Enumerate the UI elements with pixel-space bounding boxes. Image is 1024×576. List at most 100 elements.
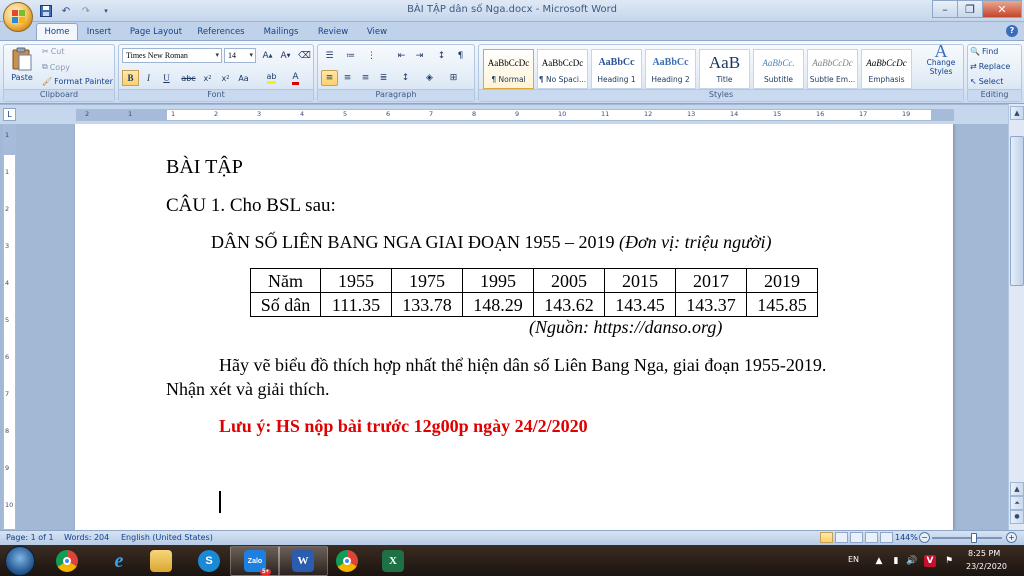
taskbar-file-explorer[interactable] [136, 546, 186, 576]
tab-review[interactable]: Review [312, 23, 354, 40]
superscript-icon[interactable]: x2 [217, 70, 234, 86]
draft-view-icon[interactable] [880, 532, 893, 543]
office-button[interactable] [3, 2, 33, 32]
style-title[interactable]: AaB Title [699, 49, 750, 89]
zoom-out-icon[interactable]: − [919, 532, 930, 543]
style-subtitle[interactable]: AaBbCc. Subtitle [753, 49, 804, 89]
word-count[interactable]: Words: 204 [64, 533, 109, 542]
action-center-icon[interactable]: ⚑ [943, 555, 955, 567]
tab-page-layout[interactable]: Page Layout [124, 23, 188, 40]
cut-button[interactable]: ✂ Cut [42, 47, 65, 56]
document-page[interactable]: BÀI TẬP CÂU 1. Cho BSL sau: DÂN SỐ LIÊN … [75, 124, 953, 530]
style-emphasis[interactable]: AaBbCcDc Emphasis [861, 49, 912, 89]
copy-button[interactable]: ⧉ Copy [42, 62, 70, 72]
style-no-spacing[interactable]: AaBbCcDc ¶ No Spaci... [537, 49, 588, 89]
vertical-scrollbar[interactable]: ▲ ▲ ⏶ ● [1008, 104, 1024, 530]
align-center-icon[interactable]: ≡ [339, 70, 356, 86]
increase-indent-icon[interactable]: ⇥ [411, 48, 428, 64]
browse-object-icon[interactable]: ● [1010, 510, 1024, 524]
language-indicator[interactable]: English (United States) [121, 533, 213, 542]
shading-icon[interactable]: ◈ [421, 70, 438, 86]
tab-mailings[interactable]: Mailings [256, 23, 306, 40]
input-language[interactable]: EN [848, 555, 859, 564]
subscript-icon[interactable]: x2 [199, 70, 216, 86]
taskbar-zalo[interactable]: Zalo 5+ [230, 546, 280, 576]
taskbar-excel[interactable]: X [368, 546, 418, 576]
font-size-combo[interactable]: 14 ▾ [224, 48, 256, 63]
zoom-in-icon[interactable]: + [1006, 532, 1017, 543]
unikey-icon[interactable]: V [924, 555, 936, 567]
restore-button[interactable]: ❐ [957, 0, 983, 18]
strikethrough-icon[interactable]: abc [180, 70, 197, 86]
multilevel-list-icon[interactable]: ⋮ [363, 48, 380, 64]
page-count[interactable]: Page: 1 of 1 [6, 533, 54, 542]
select-button[interactable]: ↖ Select [970, 77, 1003, 86]
font-name-combo[interactable]: Times New Roman ▾ [122, 48, 222, 63]
cut-label: Cut [50, 47, 65, 56]
align-right-icon[interactable]: ≡ [357, 70, 374, 86]
volume-icon[interactable]: 🔊 [906, 555, 918, 567]
format-painter-label: Format Painter [54, 77, 113, 86]
print-layout-view-icon[interactable] [820, 532, 833, 543]
outline-view-icon[interactable] [865, 532, 878, 543]
show-formatting-icon[interactable]: ¶ [452, 48, 469, 64]
find-button[interactable]: 🔍 Find [970, 47, 998, 56]
tab-home[interactable]: Home [36, 23, 78, 40]
scroll-up-icon[interactable]: ▲ [1010, 106, 1024, 120]
zoom-level[interactable]: 144% [895, 533, 918, 542]
line-spacing-icon[interactable]: ↕ [397, 70, 414, 86]
taskbar-skype[interactable]: S [184, 546, 234, 576]
scroll-thumb[interactable] [1010, 136, 1024, 286]
taskbar-chrome-2[interactable] [322, 546, 372, 576]
format-painter-button[interactable]: 🖌 Format Painter [42, 77, 113, 86]
bullets-icon[interactable]: ☰ [321, 48, 338, 64]
underline-icon[interactable]: U [158, 70, 175, 86]
tab-view[interactable]: View [360, 23, 394, 40]
tab-references[interactable]: References [192, 23, 250, 40]
horizontal-ruler[interactable]: 2 1 1 2 3 4 5 6 7 8 9 10 11 12 13 14 15 16 17 19 [76, 109, 954, 121]
web-layout-icon[interactable] [850, 532, 863, 543]
minimize-button[interactable]: – [932, 0, 958, 18]
close-button[interactable]: ✕ [982, 0, 1022, 18]
taskbar-chrome[interactable] [42, 546, 92, 576]
sort-icon[interactable]: ↕ [433, 48, 450, 64]
replace-button[interactable]: ⇄ Replace [970, 62, 1010, 71]
start-button[interactable] [5, 546, 35, 576]
title-bar: ↶ ↷ ▾ BÀI TẬP dân số Nga.docx - Microsof… [0, 0, 1024, 32]
font-color-icon[interactable]: A [287, 70, 304, 86]
chevron-down-icon[interactable]: ▾ [215, 49, 219, 62]
clock-date[interactable]: 23/2/2020 [966, 562, 1007, 571]
style-subtle-emphasis[interactable]: AaBbCcDc Subtle Em... [807, 49, 858, 89]
clear-formatting-icon[interactable]: ⌫ [296, 48, 313, 64]
italic-icon[interactable]: I [140, 70, 157, 86]
grow-font-icon[interactable]: A ▲ [259, 48, 276, 64]
style-normal[interactable]: AaBbCcDc ¶ Normal [483, 49, 534, 89]
numbering-icon[interactable]: ≔ [342, 48, 359, 64]
tab-insert[interactable]: Insert [80, 23, 118, 40]
zoom-slider-thumb[interactable] [971, 533, 977, 543]
paste-button[interactable]: Paste [8, 47, 36, 82]
highlight-icon[interactable]: ab [263, 70, 280, 86]
tab-selector[interactable]: L [3, 108, 16, 121]
clock-time[interactable]: 8:25 PM [968, 549, 1000, 558]
change-styles-button[interactable]: A Change Styles [921, 42, 961, 76]
taskbar-word[interactable]: W [278, 546, 328, 576]
zoom-slider[interactable] [932, 533, 1002, 543]
align-left-icon[interactable]: ≡ [321, 70, 338, 86]
previous-page-icon[interactable]: ⏶ [1010, 496, 1024, 510]
style-heading-1[interactable]: AaBbCc Heading 1 [591, 49, 642, 89]
shrink-font-icon[interactable]: A ▼ [277, 48, 294, 64]
justify-icon[interactable]: ≣ [375, 70, 392, 86]
document-area[interactable]: BÀI TẬP CÂU 1. Cho BSL sau: DÂN SỐ LIÊN … [18, 124, 1008, 530]
style-heading-2[interactable]: AaBbCc Heading 2 [645, 49, 696, 89]
show-hidden-icons-icon[interactable]: ▲ [873, 555, 885, 567]
decrease-indent-icon[interactable]: ⇤ [393, 48, 410, 64]
chevron-down-icon[interactable]: ▾ [249, 49, 253, 62]
change-case-icon[interactable]: Aa [235, 70, 252, 86]
help-icon[interactable]: ? [1006, 25, 1018, 37]
scroll-down-icon[interactable]: ▲ [1010, 482, 1024, 496]
network-icon[interactable]: ▮ [890, 555, 902, 567]
bold-icon[interactable]: B [122, 70, 139, 86]
borders-icon[interactable]: ⊞ [445, 70, 462, 86]
full-screen-reading-icon[interactable] [835, 532, 848, 543]
